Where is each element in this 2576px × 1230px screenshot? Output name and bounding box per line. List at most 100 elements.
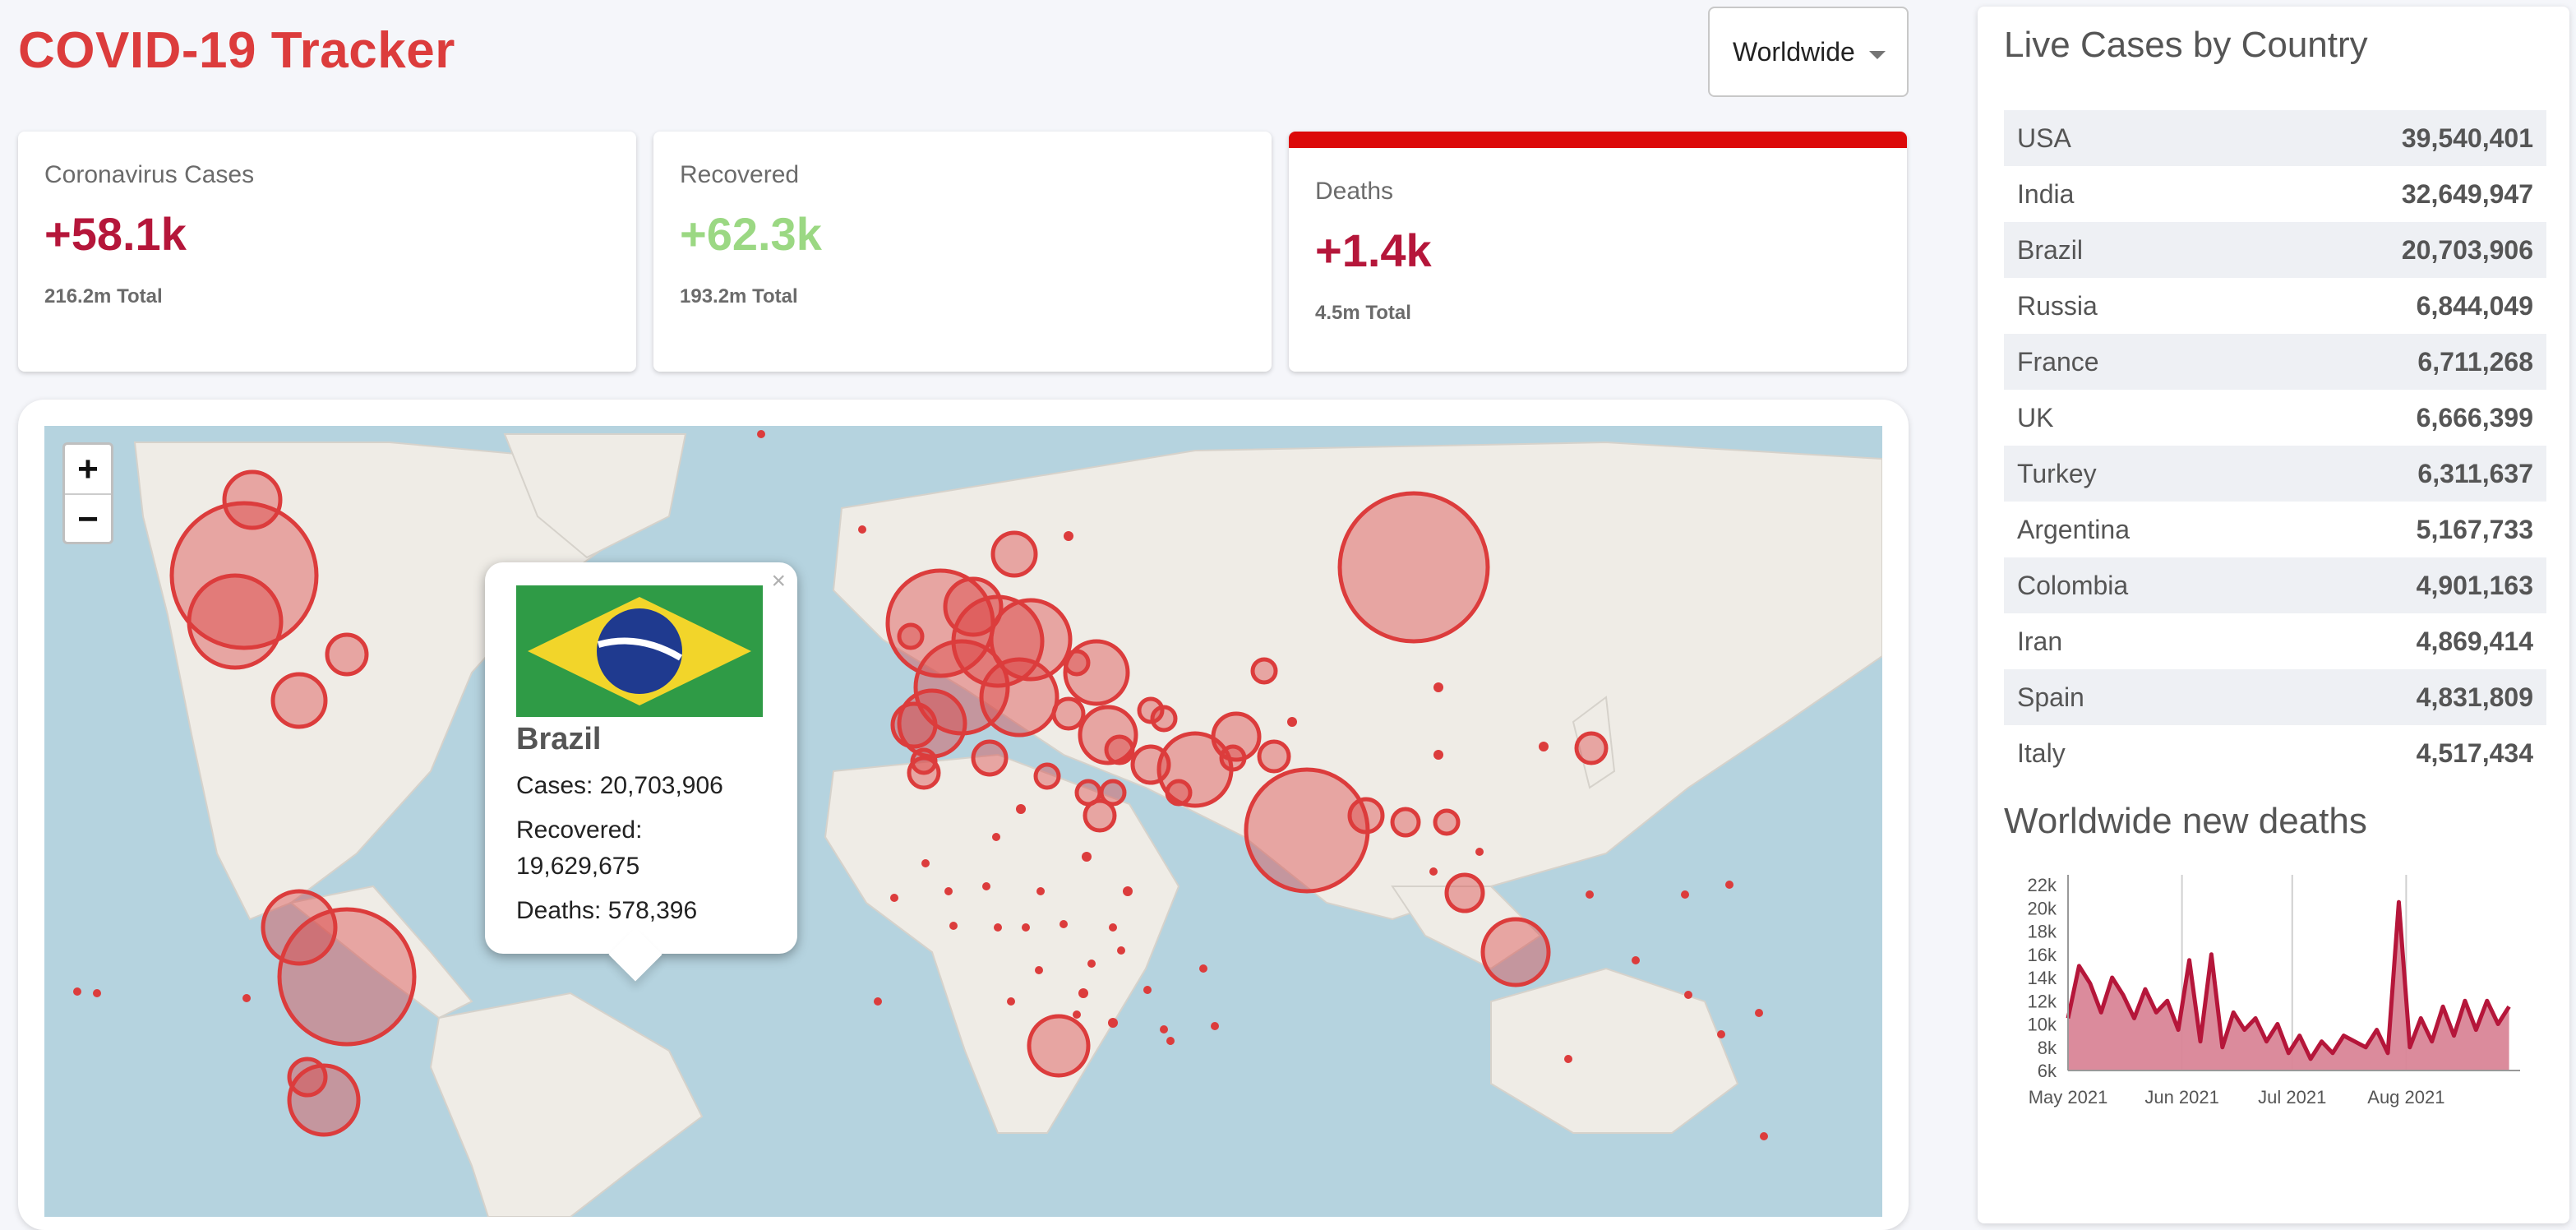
chevron-down-icon [1869,51,1886,59]
table-row[interactable]: Spain 4,831,809 [2004,669,2546,725]
case-dot [1160,1025,1168,1033]
case-circle [270,672,328,729]
country-cases: 6,844,049 [2416,290,2533,321]
case-dot [1199,964,1207,973]
case-dot [1433,750,1443,760]
close-icon[interactable]: × [771,567,786,595]
country-table: USA 39,540,401 India 32,649,947 Brazil 20,7… [2004,110,2546,781]
recovered-card[interactable]: Recovered +62.3k 193.2m Total [653,132,1272,372]
country-cases: 4,901,163 [2416,570,2533,600]
x-tick-label: Aug 2021 [2367,1087,2444,1107]
case-circle [1150,705,1178,733]
case-circle [1257,739,1291,774]
case-circle [910,747,938,775]
country-cases: 39,540,401 [2401,123,2533,153]
x-tick-label: May 2021 [2029,1087,2108,1107]
case-dot [1117,946,1125,955]
case-dot [1681,890,1689,899]
table-row[interactable]: India 32,649,947 [2004,166,2546,222]
case-circle [1390,807,1421,838]
case-circle [1063,649,1091,677]
deaths-card-title: Deaths [1315,178,1394,205]
table-row[interactable]: Italy 4,517,434 [2004,725,2546,781]
country-name: Brazil [2017,234,2084,265]
case-circle [1433,808,1461,836]
zoom-out-button[interactable]: − [65,495,111,543]
popup-cases: Cases: 20,703,906 [516,772,723,799]
land-south-america [429,992,704,1217]
case-circle [1165,779,1193,807]
country-select-value: Worldwide [1733,36,1855,67]
case-dot [994,923,1002,932]
land-australia [1490,967,1739,1134]
chart-title: Worldwide new deaths [2004,801,2367,841]
case-dot [1109,923,1117,932]
case-circle [1250,657,1278,685]
zoom-in-button[interactable]: + [65,445,111,495]
map-canvas[interactable] [44,426,1882,1217]
case-dot [1143,986,1152,994]
case-circle [1033,762,1061,790]
selected-indicator [1289,132,1907,148]
country-cases: 20,703,906 [2401,234,2533,265]
cases-card-value: +58.1k [44,208,187,260]
app-title: COVID-19 Tracker [18,22,455,79]
case-dot [1429,867,1438,876]
country-name: Russia [2017,290,2098,321]
case-circle [1130,744,1171,785]
table-row[interactable]: Russia 6,844,049 [2004,278,2546,334]
case-circle [979,657,1059,738]
popup-deaths: Deaths: 578,396 [516,897,698,924]
world-map[interactable] [44,426,1882,1217]
deaths-card[interactable]: Deaths +1.4k 4.5m Total [1289,132,1907,372]
case-dot [992,833,1000,841]
case-circle [222,469,283,530]
cases-card[interactable]: Coronavirus Cases +58.1k 216.2m Total [18,132,636,372]
table-row[interactable]: France 6,711,268 [2004,334,2546,390]
country-cases: 4,831,809 [2416,682,2533,712]
table-row[interactable]: Colombia 4,901,163 [2004,557,2546,613]
country-name: India [2017,178,2075,209]
country-cases: 6,666,399 [2416,402,2533,432]
new-deaths-chart[interactable]: May 2021 Jun 2021 Jul 2021 Aug 2021 22k 20k 18… [1994,867,2553,1130]
land-africa [824,753,1180,1134]
country-name: Italy [2017,738,2066,768]
country-name: Iran [2017,626,2063,656]
table-title: Live Cases by Country [2004,25,2368,65]
popup-country: Brazil [516,722,602,756]
case-circle [1051,696,1086,731]
case-dot [1064,531,1073,541]
y-tick-label: 12k [2028,991,2057,1011]
case-dot [1564,1055,1572,1063]
deaths-card-total: 4.5m Total [1315,302,1411,324]
table-row[interactable]: Brazil 20,703,906 [2004,222,2546,278]
case-dot [1725,881,1733,889]
country-select[interactable]: Worldwide [1708,7,1909,97]
table-row[interactable]: UK 6,666,399 [2004,390,2546,446]
country-cases: 32,649,947 [2401,178,2533,209]
country-name: UK [2017,402,2054,432]
table-row[interactable]: USA 39,540,401 [2004,110,2546,166]
cases-card-total: 216.2m Total [44,285,163,308]
case-dot [1036,887,1045,895]
country-name: Spain [2017,682,2084,712]
case-dot [1586,890,1594,899]
case-circle [1480,917,1551,987]
table-row[interactable]: Turkey 6,311,637 [2004,446,2546,502]
case-dot [1760,1132,1768,1140]
recovered-card-title: Recovered [680,161,800,188]
case-dot [858,525,866,534]
case-circle [1244,767,1370,894]
country-cases: 4,869,414 [2416,626,2533,656]
case-dot [1108,1018,1118,1028]
table-row[interactable]: Argentina 5,167,733 [2004,502,2546,557]
case-circle [1444,872,1485,913]
case-dot [1166,1037,1175,1045]
sidebar: Live Cases by Country USA 39,540,401 Indi… [1978,7,2569,1223]
case-dot [73,987,81,996]
area-fill [2068,902,2509,1070]
y-tick-label: 16k [2028,945,2057,965]
y-tick-label: 8k [2038,1038,2057,1058]
case-circle [277,907,417,1047]
table-row[interactable]: Iran 4,869,414 [2004,613,2546,669]
